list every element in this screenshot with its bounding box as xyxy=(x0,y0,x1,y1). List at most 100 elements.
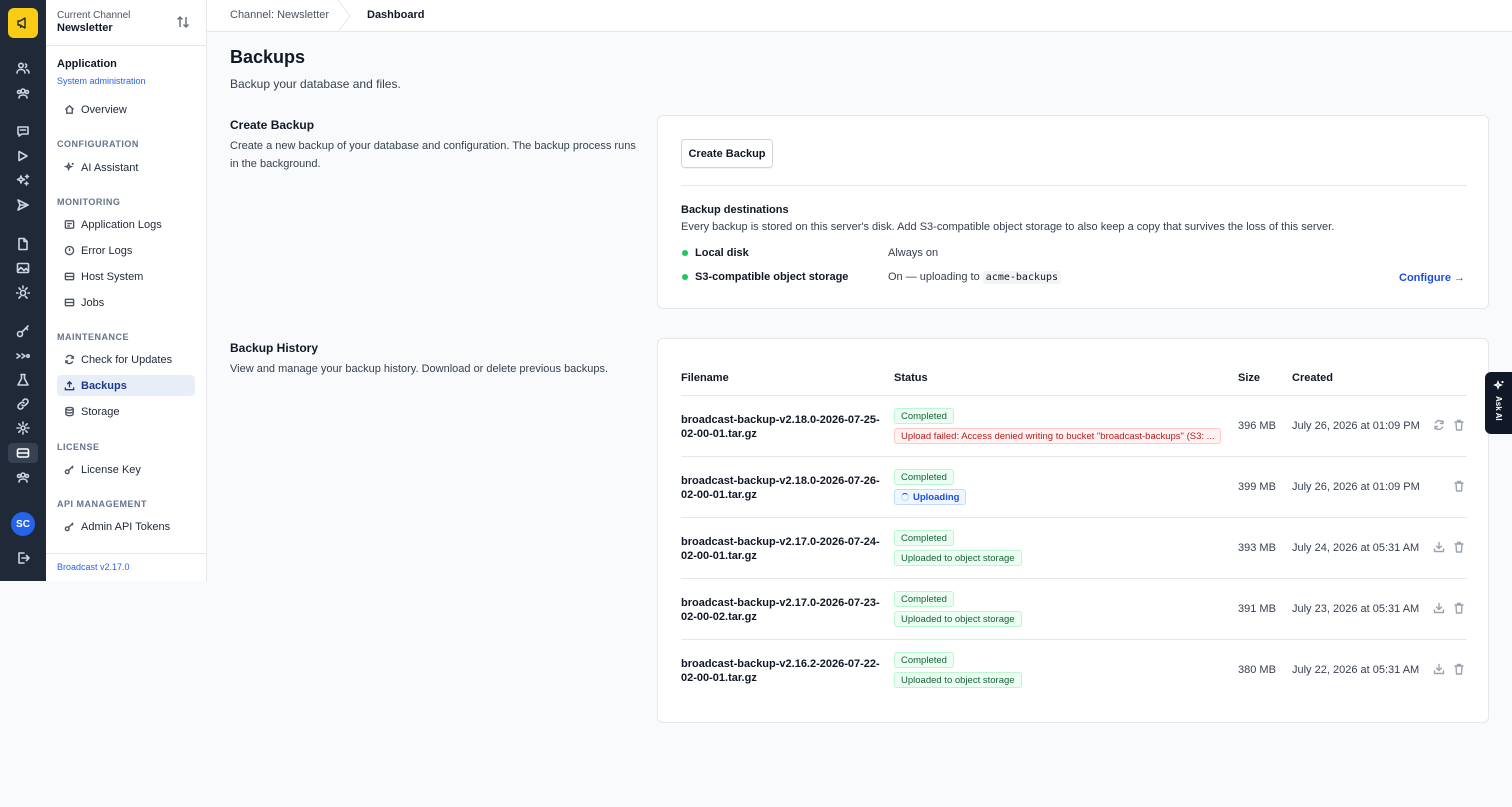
download-icon[interactable] xyxy=(1433,541,1445,553)
section-heading-monitoring: MONITORING xyxy=(57,197,121,207)
status-badge: Completed xyxy=(894,652,954,668)
sparkle-icon xyxy=(64,162,74,172)
gear-users-icon[interactable] xyxy=(13,467,33,487)
delete-icon[interactable] xyxy=(1453,663,1465,675)
channel-switcher[interactable]: Current Channel Newsletter xyxy=(46,0,206,46)
sidebar-item-label: Storage xyxy=(81,405,120,418)
refresh-icon xyxy=(65,354,74,365)
sidebar-item-label: Error Logs xyxy=(81,244,133,257)
delete-icon[interactable] xyxy=(1453,541,1465,553)
sidebar-item-label: Check for Updates xyxy=(81,353,173,366)
key-icon[interactable] xyxy=(13,321,33,341)
sidebar-item-admin-api-tokens[interactable]: Admin API Tokens xyxy=(57,516,195,537)
backup-filename: broadcast-backup-v2.17.0-2026-07-24-02-0… xyxy=(681,536,880,562)
sparkle-icon xyxy=(1492,380,1503,391)
create-backup-description: Create a new backup of your database and… xyxy=(230,140,636,170)
user-avatar[interactable]: SC xyxy=(11,512,35,536)
sidebar-item-license-key[interactable]: License Key xyxy=(57,459,195,480)
sidebar-item-label: Admin API Tokens xyxy=(81,520,171,533)
backup-history-description: View and manage your backup history. Dow… xyxy=(230,363,609,375)
sidebar-item-jobs[interactable]: Jobs xyxy=(57,292,195,313)
sidebar-item-overview[interactable]: Overview xyxy=(57,99,195,120)
delete-icon[interactable] xyxy=(1453,419,1465,431)
section-title: Application xyxy=(57,58,117,70)
database-icon xyxy=(65,406,74,417)
sidebar-item-label: Overview xyxy=(81,103,127,116)
play-icon[interactable] xyxy=(13,146,33,166)
breadcrumb-separator-icon xyxy=(337,0,351,32)
column-header-status: Status xyxy=(894,372,928,384)
ask-ai-button[interactable]: Ask AI xyxy=(1485,372,1512,434)
backup-created: July 23, 2026 at 05:31 AM xyxy=(1292,603,1420,615)
divider xyxy=(681,185,1467,186)
switch-channel-icon[interactable] xyxy=(176,15,190,29)
page-subtitle: Backup your database and files. xyxy=(230,77,401,91)
flask-icon[interactable] xyxy=(13,370,33,390)
upload-error-badge: Upload failed: Access denied writing to … xyxy=(894,428,1221,444)
bucket-name: acme-backups xyxy=(982,271,1062,284)
alert-circle-icon xyxy=(64,245,75,256)
chat-icon[interactable] xyxy=(13,121,33,141)
home-icon xyxy=(64,104,75,114)
app-version-link[interactable]: Broadcast v2.17.0 xyxy=(57,562,130,572)
team-icon[interactable] xyxy=(13,83,33,103)
bug-icon[interactable] xyxy=(13,282,33,302)
link-icon[interactable] xyxy=(13,394,33,414)
database-icon[interactable] xyxy=(13,443,33,463)
delete-icon[interactable] xyxy=(1453,602,1465,614)
log-icon xyxy=(64,220,75,229)
destination-name: Local disk xyxy=(695,247,749,259)
section-heading-license: LICENSE xyxy=(57,442,100,452)
backup-created: July 26, 2026 at 01:09 PM xyxy=(1292,481,1420,493)
backup-filename: broadcast-backup-v2.17.0-2026-07-23-02-0… xyxy=(681,597,880,623)
configure-link[interactable]: Configure → xyxy=(1399,272,1465,284)
workflow-icon[interactable] xyxy=(13,346,33,366)
uploading-badge: Uploading xyxy=(894,489,967,505)
sidebar-item-backups[interactable]: Backups xyxy=(57,375,195,396)
retry-upload-icon[interactable] xyxy=(1433,419,1445,431)
sidebar-item-label: Jobs xyxy=(81,296,105,309)
status-badge: Completed xyxy=(894,469,954,485)
document-icon[interactable] xyxy=(13,234,33,254)
destination-state: On — uploading to acme-backups xyxy=(888,271,1062,284)
sidebar-item-storage[interactable]: Storage xyxy=(57,401,195,422)
upload-status-badge: Uploaded to object storage xyxy=(894,672,1022,688)
sidebar-item-host-system[interactable]: Host System xyxy=(57,266,195,287)
backup-created: July 26, 2026 at 01:09 PM xyxy=(1292,420,1420,432)
backup-size: 396 MB xyxy=(1238,420,1276,432)
sidebar-item-label: Host System xyxy=(81,270,144,283)
users-icon[interactable] xyxy=(13,58,33,78)
settings-sidebar: Current Channel Newsletter Application S… xyxy=(46,0,207,581)
image-icon[interactable] xyxy=(13,258,33,278)
upload-status-badge: Uploaded to object storage xyxy=(894,611,1022,627)
status-badge: Completed xyxy=(894,408,954,424)
delete-icon[interactable] xyxy=(1453,480,1465,492)
sidebar-item-check-for-updates[interactable]: Check for Updates xyxy=(57,349,195,370)
divider xyxy=(681,639,1467,640)
upload-status-badge: Uploaded to object storage xyxy=(894,550,1022,566)
upload-icon xyxy=(64,380,75,391)
spinner-icon xyxy=(901,493,909,501)
download-icon[interactable] xyxy=(1433,663,1445,675)
divider xyxy=(681,517,1467,518)
status-badge: Completed xyxy=(894,591,954,607)
sidebar-item-application-logs[interactable]: Application Logs xyxy=(57,214,195,235)
sidebar-item-ai-assistant[interactable]: AI Assistant xyxy=(57,157,195,178)
breadcrumb-channel[interactable]: Channel: Newsletter xyxy=(230,9,329,21)
sidebar-item-label: Application Logs xyxy=(81,218,162,231)
sparkle-icon[interactable] xyxy=(13,170,33,190)
column-header-filename: Filename xyxy=(681,372,729,384)
backup-history-card: Filename Status Size Created broadcast-b… xyxy=(657,338,1489,723)
destinations-title: Backup destinations xyxy=(681,204,789,216)
download-icon[interactable] xyxy=(1433,602,1445,614)
create-backup-button[interactable]: Create Backup xyxy=(681,139,773,168)
sidebar-item-label: AI Assistant xyxy=(81,161,139,174)
sidebar-item-error-logs[interactable]: Error Logs xyxy=(57,240,195,261)
settings-icon[interactable] xyxy=(13,418,33,438)
divider xyxy=(681,578,1467,579)
send-icon[interactable] xyxy=(13,195,33,215)
logout-icon[interactable] xyxy=(13,548,33,568)
backup-size: 399 MB xyxy=(1238,481,1276,493)
megaphone-logo-icon[interactable] xyxy=(8,8,38,38)
create-backup-title: Create Backup xyxy=(230,118,315,132)
